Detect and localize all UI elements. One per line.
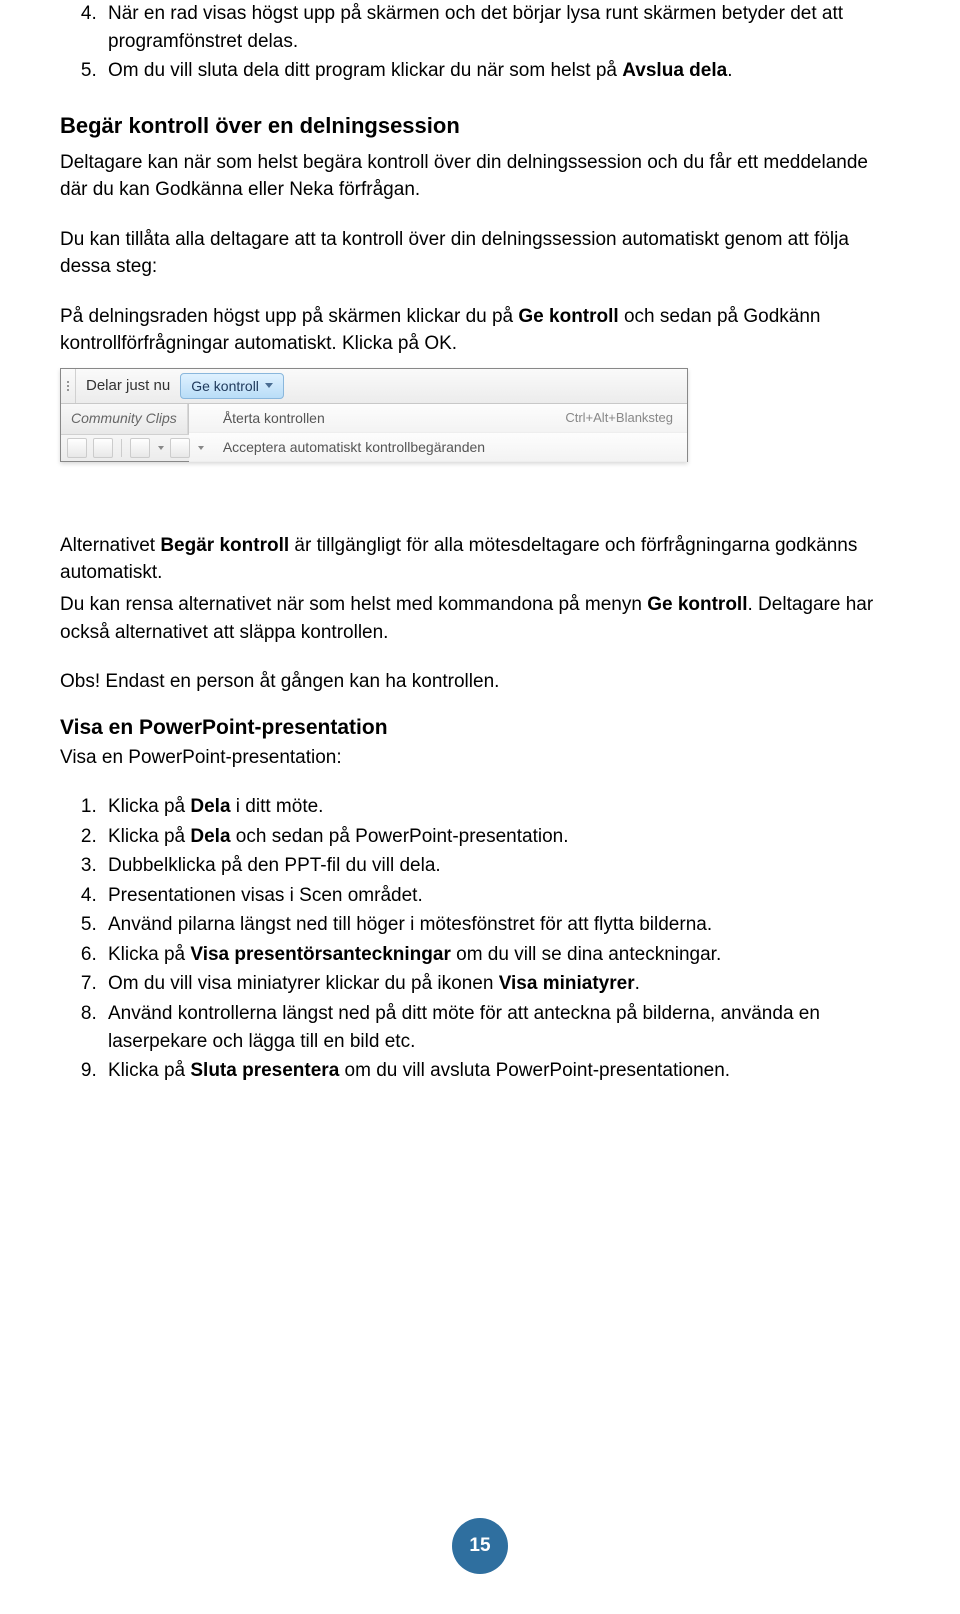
text-bold: Ge kontroll [518,306,618,327]
text: . [635,973,640,994]
text: om du vill se dina anteckningar. [451,944,721,965]
text: Använd kontrollerna längst ned på ditt m… [108,1003,820,1052]
text: Om du vill sluta dela ditt program klick… [108,60,622,81]
paragraph: Visa en PowerPoint-presentation: [60,744,900,772]
list-item: Klicka på Visa presentörsanteckningar om… [102,941,900,969]
list-item: Presentationen visas i Scen området. [102,882,900,910]
text: och sedan på PowerPoint-presentation. [231,826,569,847]
text: Klicka på [108,944,190,965]
row-menu: Community Clips Återta kontrollen Ctrl+A… [61,404,687,434]
heading-powerpoint: Visa en PowerPoint-presentation [60,716,900,740]
text: . [727,60,732,81]
text-bold: Begär kontroll [160,535,289,556]
list-powerpoint: Klicka på Dela i ditt möte. Klicka på De… [60,793,900,1084]
sharing-bar: Delar just nu Ge kontroll [61,369,687,404]
text: När en rad visas högst upp på skärmen oc… [108,3,843,52]
give-control-button[interactable]: Ge kontroll [180,373,284,399]
text: Klicka på [108,1060,190,1081]
grip-icon [61,369,76,403]
list-top: När en rad visas högst upp på skärmen oc… [60,0,900,85]
ribbon-icon [67,438,87,458]
chevron-down-icon [158,446,164,450]
list-item: Klicka på Sluta presentera om du vill av… [102,1057,900,1085]
text-bold: Ge kontroll [647,594,747,615]
list-item: Dubbelklicka på den PPT-fil du vill dela… [102,852,900,880]
list-item: När en rad visas högst upp på skärmen oc… [102,0,900,55]
paragraph: På delningsraden högst upp på skärmen kl… [60,303,900,358]
separator [121,439,122,457]
list-item: Klicka på Dela och sedan på PowerPoint-p… [102,823,900,851]
heading-request-control: Begär kontroll över en delningsession [60,113,900,139]
dropdown-menu: Återta kontrollen Ctrl+Alt+Blanksteg Acc… [188,404,687,434]
text-bold: Visa presentörsanteckningar [190,944,450,965]
ribbon-icon [130,438,150,458]
menu-item-auto-accept[interactable]: Acceptera automatiskt kontrollbegäranden [189,433,687,462]
button-label: Ge kontroll [191,378,259,394]
ribbon-icon [170,438,190,458]
list-item: Använd kontrollerna längst ned på ditt m… [102,1000,900,1055]
paragraph: Alternativet Begär kontroll är tillgängl… [60,532,900,587]
menu-item-take-back[interactable]: Återta kontrollen Ctrl+Alt+Blanksteg [189,404,687,433]
text: Om du vill visa miniatyrer klickar du på… [108,973,499,994]
text-bold: Dela [190,796,230,817]
text: Alternativet [60,535,160,556]
text-bold: Dela [190,826,230,847]
tab-community-clips[interactable]: Community Clips [61,404,188,434]
paragraph: Obs! Endast en person åt gången kan ha k… [60,668,900,696]
text: om du vill avsluta PowerPoint-presentati… [339,1060,730,1081]
text-bold: Avslua dela [622,60,727,81]
list-item: Klicka på Dela i ditt möte. [102,793,900,821]
sharing-label: Delar just nu [76,377,180,394]
list-item: Om du vill sluta dela ditt program klick… [102,57,900,85]
paragraph: Du kan tillåta alla deltagare att ta kon… [60,226,900,281]
text: Klicka på [108,796,190,817]
text: Använd pilarna längst ned till höger i m… [108,914,712,935]
page: När en rad visas högst upp på skärmen oc… [0,0,960,1614]
menu-shortcut: Ctrl+Alt+Blanksteg [565,410,673,425]
ribbon-icon [93,438,113,458]
text: På delningsraden högst upp på skärmen kl… [60,306,518,327]
paragraph: Deltagare kan när som helst begära kontr… [60,149,900,204]
text-bold: Visa miniatyrer [499,973,635,994]
menu-label: Återta kontrollen [223,410,325,426]
menu-label: Acceptera automatiskt kontrollbegäranden [223,439,485,455]
text: i ditt möte. [231,796,324,817]
list-item: Använd pilarna längst ned till höger i m… [102,911,900,939]
text: Klicka på [108,826,190,847]
text: Presentationen visas i Scen området. [108,885,423,906]
text-bold: Sluta presentera [190,1060,339,1081]
list-item: Om du vill visa miniatyrer klickar du på… [102,970,900,998]
text: Dubbelklicka på den PPT-fil du vill dela… [108,855,441,876]
screenshot-ge-kontroll: Delar just nu Ge kontroll Community Clip… [60,368,688,462]
text: Du kan rensa alternativet när som helst … [60,594,647,615]
paragraph: Du kan rensa alternativet när som helst … [60,591,900,646]
chevron-down-icon [265,383,273,388]
page-number-badge: 15 [452,1518,508,1574]
chevron-down-icon [198,446,204,450]
page-number: 15 [469,1535,490,1557]
